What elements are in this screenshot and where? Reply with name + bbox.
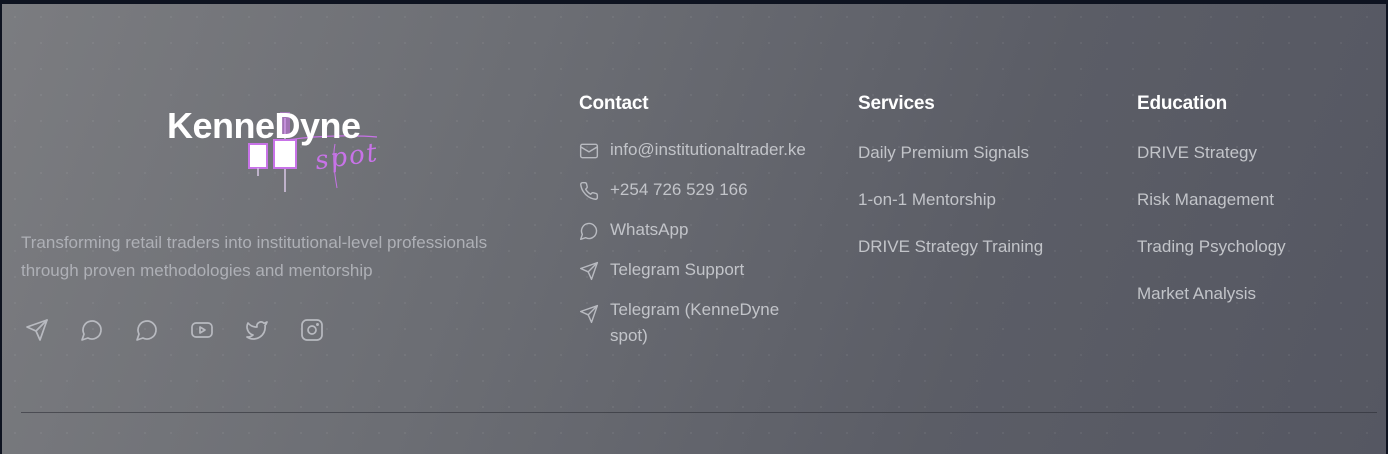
phone-icon bbox=[579, 181, 599, 201]
message-circle-icon bbox=[136, 320, 157, 341]
service-link[interactable]: DRIVE Strategy Training bbox=[858, 236, 1118, 258]
education-link[interactable]: Market Analysis bbox=[1137, 283, 1377, 305]
education-link[interactable]: Risk Management bbox=[1137, 189, 1377, 211]
logo-wordmark: KenneDyne bbox=[167, 105, 361, 146]
telegram-icon bbox=[579, 261, 599, 281]
site-footer: KenneDyne spot Transforming retail trade… bbox=[2, 4, 1386, 454]
contact-item-phone[interactable]: +254 726 529 166 bbox=[579, 180, 839, 203]
telegram-icon bbox=[26, 319, 48, 341]
contact-column: Contact info@institutionaltrader.ke +254… bbox=[579, 92, 839, 366]
contact-list: info@institutionaltrader.ke +254 726 529… bbox=[579, 140, 839, 349]
service-link[interactable]: Daily Premium Signals bbox=[858, 142, 1118, 164]
education-link[interactable]: Trading Psychology bbox=[1137, 236, 1377, 258]
education-list: DRIVE Strategy Risk Management Trading P… bbox=[1137, 142, 1377, 305]
whatsapp-social-link[interactable] bbox=[80, 318, 104, 342]
brand-tagline: Transforming retail traders into institu… bbox=[21, 233, 488, 280]
social-links bbox=[25, 318, 324, 342]
services-heading: Services bbox=[858, 93, 935, 114]
contact-heading: Contact bbox=[579, 93, 649, 114]
whatsapp-icon bbox=[579, 221, 599, 241]
contact-email-text[interactable]: info@institutionaltrader.ke bbox=[610, 137, 818, 163]
instagram-social-link[interactable] bbox=[300, 318, 324, 342]
services-column: Services Daily Premium Signals 1-on-1 Me… bbox=[858, 92, 1118, 283]
contact-telegram-channel-text[interactable]: Telegram (KenneDyne spot) bbox=[610, 297, 790, 349]
contact-item-whatsapp[interactable]: WhatsApp bbox=[579, 220, 839, 243]
contact-whatsapp-text[interactable]: WhatsApp bbox=[610, 217, 818, 243]
contact-item-telegram-support[interactable]: Telegram Support bbox=[579, 260, 839, 283]
education-link[interactable]: DRIVE Strategy bbox=[1137, 142, 1377, 164]
twitter-social-link[interactable] bbox=[245, 318, 269, 342]
telegram-icon bbox=[579, 304, 599, 324]
education-heading: Education bbox=[1137, 93, 1228, 114]
whatsapp-icon bbox=[81, 320, 102, 341]
instagram-icon bbox=[301, 319, 323, 341]
service-link[interactable]: 1-on-1 Mentorship bbox=[858, 189, 1118, 211]
contact-phone-text[interactable]: +254 726 529 166 bbox=[610, 177, 818, 203]
contact-item-telegram-channel[interactable]: Telegram (KenneDyne spot) bbox=[579, 300, 839, 349]
logo[interactable]: KenneDyne spot bbox=[167, 104, 397, 204]
services-list: Daily Premium Signals 1-on-1 Mentorship … bbox=[858, 142, 1118, 258]
youtube-icon bbox=[191, 322, 213, 338]
telegram-social-link[interactable] bbox=[25, 318, 49, 342]
twitter-icon bbox=[246, 321, 268, 340]
contact-item-email[interactable]: info@institutionaltrader.ke bbox=[579, 140, 839, 163]
message-social-link[interactable] bbox=[135, 318, 159, 342]
youtube-social-link[interactable] bbox=[190, 318, 214, 342]
education-column: Education DRIVE Strategy Risk Management… bbox=[1137, 92, 1377, 330]
contact-telegram-support-text[interactable]: Telegram Support bbox=[610, 257, 818, 283]
mail-icon bbox=[579, 141, 599, 161]
footer-divider bbox=[21, 412, 1377, 413]
